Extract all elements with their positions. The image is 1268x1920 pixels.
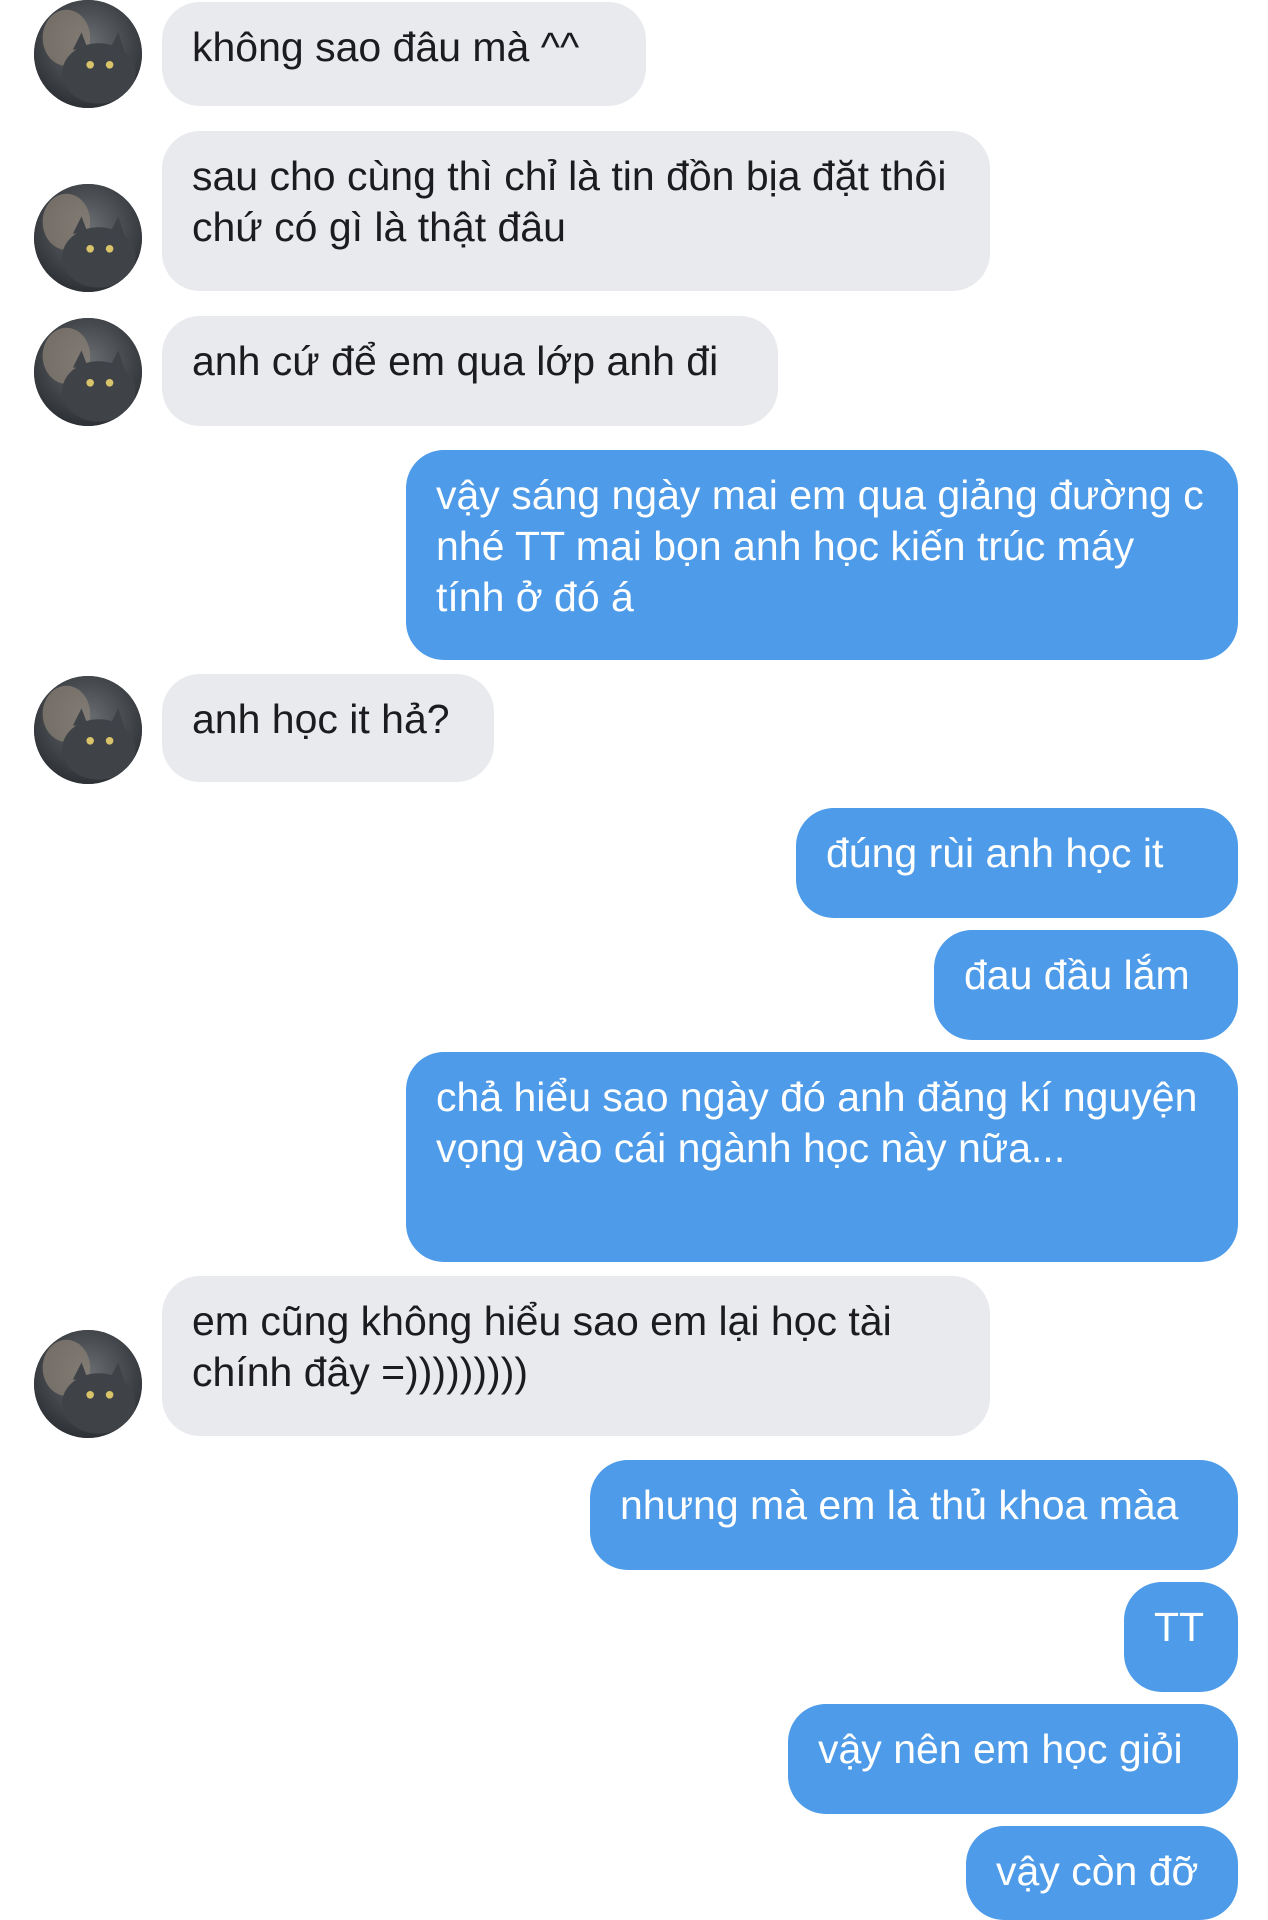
message-text: sau cho cùng thì chỉ là tin đồn bịa đặt … [192,153,947,250]
message-text: em cũng không hiểu sao em lại học tài ch… [192,1298,892,1395]
avatar-photo-icon [34,184,142,292]
contact-avatar[interactable] [34,184,142,292]
incoming-message-bubble[interactable]: anh học it hả? [162,674,494,782]
contact-avatar[interactable] [34,318,142,426]
incoming-message-bubble[interactable]: anh cứ để em qua lớp anh đi [162,316,778,426]
avatar-photo-icon [34,318,142,426]
message-text: vậy còn đỡ [996,1848,1199,1894]
message-text: anh cứ để em qua lớp anh đi [192,338,719,384]
outgoing-message-bubble[interactable]: vậy nên em học giỏi [788,1704,1238,1814]
contact-avatar[interactable] [34,676,142,784]
message-text: không sao đâu mà ^^ [192,24,580,70]
chat-thread: không sao đâu mà ^^ sau cho cùng thì chỉ… [0,0,1268,1920]
message-text: đúng rùi anh học it [826,830,1164,876]
message-text: nhưng mà em là thủ khoa màa [620,1482,1179,1528]
message-text: vậy sáng ngày mai em qua giảng đường c n… [436,472,1204,620]
contact-avatar[interactable] [34,0,142,108]
outgoing-message-bubble[interactable]: đau đầu lắm [934,930,1238,1040]
avatar-photo-icon [34,0,142,108]
outgoing-message-bubble[interactable]: chả hiểu sao ngày đó anh đăng kí nguyện … [406,1052,1238,1262]
outgoing-message-bubble[interactable]: nhưng mà em là thủ khoa màa [590,1460,1238,1570]
contact-avatar[interactable] [34,1330,142,1438]
outgoing-message-bubble[interactable]: đúng rùi anh học it [796,808,1238,918]
message-text: anh học it hả? [192,696,450,742]
incoming-message-bubble[interactable]: không sao đâu mà ^^ [162,2,646,106]
avatar-photo-icon [34,1330,142,1438]
message-text: chả hiểu sao ngày đó anh đăng kí nguyện … [436,1074,1198,1171]
incoming-message-bubble[interactable]: em cũng không hiểu sao em lại học tài ch… [162,1276,990,1436]
message-text: vậy nên em học giỏi [818,1726,1183,1772]
outgoing-message-bubble[interactable]: TT [1124,1582,1238,1692]
outgoing-message-bubble[interactable]: vậy sáng ngày mai em qua giảng đường c n… [406,450,1238,660]
incoming-message-bubble[interactable]: sau cho cùng thì chỉ là tin đồn bịa đặt … [162,131,990,291]
message-text: đau đầu lắm [964,952,1190,998]
message-text: TT [1154,1604,1205,1650]
outgoing-message-bubble[interactable]: vậy còn đỡ [966,1826,1238,1920]
avatar-photo-icon [34,676,142,784]
